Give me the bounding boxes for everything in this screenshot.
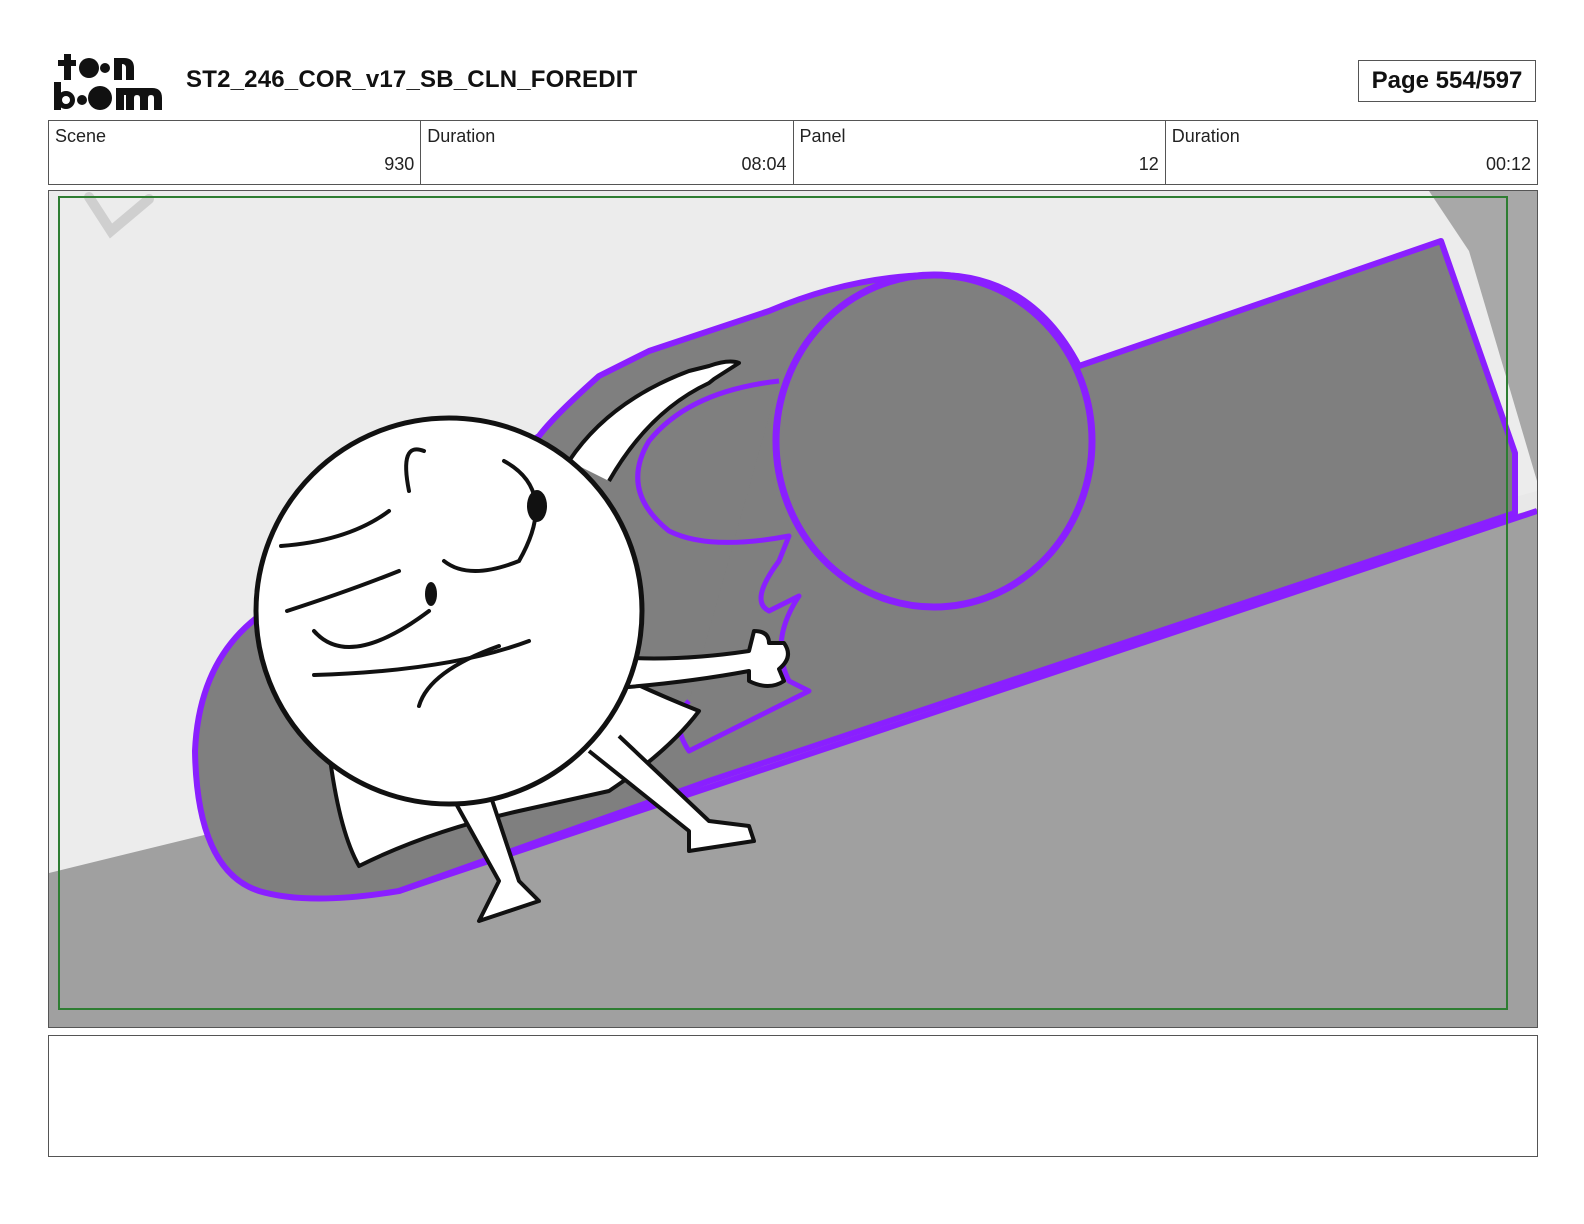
scene-info-row: Scene 930 Duration 08:04 Panel 12 Durati… — [48, 120, 1538, 185]
cylinder-end-circle — [772, 271, 1096, 611]
character-body — [253, 415, 645, 807]
document-title: ST2_246_COR_v17_SB_CLN_FOREDIT — [186, 66, 638, 93]
scene-duration-cell: Duration 08:04 — [421, 121, 794, 184]
panel-duration-label: Duration — [1171, 126, 1240, 146]
toon-boom-logo — [52, 50, 164, 112]
storyboard-panel — [48, 190, 1538, 1028]
character-pupil-left — [425, 582, 437, 606]
panel-label: Panel — [799, 126, 846, 146]
page-number: Page 554/597 — [1358, 60, 1536, 102]
panel-notes-box[interactable] — [48, 1035, 1538, 1157]
panel-duration-cell: Duration 00:12 — [1166, 121, 1537, 184]
scene-value: 930 — [384, 154, 415, 174]
panel-artwork — [49, 191, 1537, 1027]
scene-cell: Scene 930 — [49, 121, 422, 184]
scene-duration-label: Duration — [427, 126, 496, 146]
scene-label: Scene — [55, 126, 107, 146]
panel-value: 12 — [1138, 154, 1159, 174]
character-pupil-right — [527, 490, 547, 522]
panel-duration-value: 00:12 — [1485, 154, 1531, 174]
scene-duration-value: 08:04 — [741, 154, 787, 174]
panel-cell: Panel 12 — [794, 121, 1166, 184]
